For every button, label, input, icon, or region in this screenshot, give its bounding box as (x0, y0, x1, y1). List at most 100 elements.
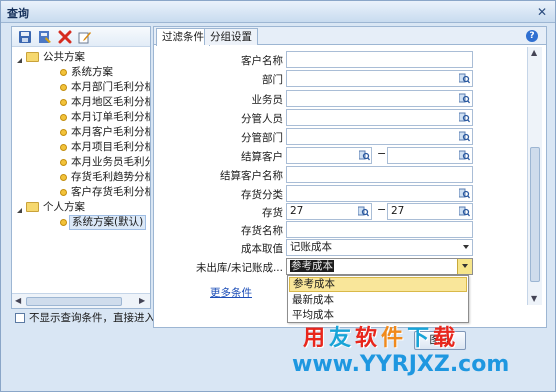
skip-conditions-checkbox[interactable] (15, 313, 25, 323)
scheme-icon (60, 99, 67, 106)
department-row: 部门 (191, 70, 283, 87)
salesperson-label: 业务员 (251, 94, 284, 106)
tree-item-label: 系统方案 (71, 66, 113, 78)
folder-icon (26, 52, 39, 62)
chevron-down-icon[interactable] (463, 245, 469, 249)
reference-lookup-icon[interactable] (459, 150, 470, 161)
scheme-icon (60, 174, 67, 181)
customer-name-row: 客户名称 (191, 51, 283, 68)
watermark-char: 软 (355, 326, 382, 351)
tab-group-settings[interactable]: 分组设置 (204, 28, 258, 45)
watermark-char: 载 (433, 326, 460, 351)
inventory-class-label: 存货分类 (241, 189, 283, 201)
inventory-to-value: 27 (391, 205, 405, 217)
expand-toggle-icon[interactable] (16, 54, 23, 63)
watermark-title: 用友软件下载 (303, 320, 459, 352)
edit-icon[interactable] (78, 30, 92, 44)
tree-horizontal-scrollbar[interactable]: ◀ ▶ (12, 293, 150, 308)
cost-source-label: 成本取值 (241, 243, 283, 255)
expand-toggle-icon[interactable] (16, 204, 23, 213)
scheme-panel: 公共方案 系统方案 本月部门毛利分析 本月地区毛利分析 本月订单毛利分析 本月客… (11, 26, 151, 309)
unposted-cost-value: 参考成本 (290, 260, 334, 272)
scheme-icon (60, 114, 67, 121)
chevron-down-icon[interactable] (462, 264, 468, 268)
cost-source-select[interactable]: 记账成本 (286, 239, 473, 256)
tree-item-label: 存货毛利趋势分析 (71, 171, 150, 183)
settle-customer-name-label: 结算客户名称 (220, 170, 283, 182)
scheme-icon (60, 144, 67, 151)
department-label: 部门 (262, 74, 283, 86)
inventory-label: 存货 (262, 207, 283, 219)
title-bar: 查询 ✕ (1, 1, 555, 23)
reference-lookup-icon[interactable] (459, 206, 470, 217)
manage-dept-row: 分管部门 (191, 128, 283, 145)
form-vertical-scrollbar[interactable]: ▲ ▼ (527, 47, 542, 305)
reference-lookup-icon[interactable] (358, 206, 369, 217)
reference-lookup-icon[interactable] (459, 131, 470, 142)
inventory-name-input[interactable] (286, 221, 473, 238)
dropdown-option[interactable]: 最新成本 (289, 293, 467, 308)
close-icon[interactable]: ✕ (535, 5, 549, 19)
reference-lookup-icon[interactable] (459, 93, 470, 104)
manager-input[interactable] (286, 109, 473, 126)
inventory-name-label: 存货名称 (241, 225, 283, 237)
help-icon[interactable]: ? (526, 30, 538, 42)
range-separator: − (377, 203, 387, 216)
tree-item-label: 客户存货毛利分析 (71, 186, 150, 198)
scrollbar-thumb[interactable] (26, 297, 122, 306)
cost-source-value: 记账成本 (290, 241, 332, 253)
scroll-down-icon[interactable]: ▼ (531, 295, 539, 303)
watermark-char: 友 (329, 326, 356, 351)
scheme-icon (60, 69, 67, 76)
tree-item-label: 系统方案(默认) (69, 215, 147, 230)
department-input[interactable] (286, 70, 473, 87)
reference-lookup-icon[interactable] (459, 112, 470, 123)
unposted-cost-select[interactable]: 参考成本 (286, 258, 473, 275)
save-icon[interactable] (18, 30, 32, 44)
scheme-icon (60, 189, 67, 196)
dropdown-option[interactable]: 参考成本 (289, 277, 467, 292)
tree-item-label: 本月部门毛利分析 (71, 81, 150, 93)
cost-dropdown-list: 参考成本 最新成本 平均成本 (287, 275, 469, 323)
tree-item-label: 本月地区毛利分析 (71, 96, 150, 108)
inventory-class-input[interactable] (286, 185, 473, 202)
tab-bar: 过滤条件 分组设置 ? (154, 27, 546, 46)
scheme-icon (60, 84, 67, 91)
scheme-icon (60, 159, 67, 166)
settle-customer-row: 结算客户 (191, 147, 283, 164)
settle-customer-to-input[interactable] (387, 147, 473, 164)
tab-filter-conditions[interactable]: 过滤条件 (156, 28, 210, 46)
save-as-icon[interactable] (38, 30, 52, 44)
unposted-cost-row: 未出库/未记账成... (191, 258, 283, 275)
watermark-char: 下 (407, 326, 434, 351)
manager-label: 分管人员 (241, 113, 283, 125)
reference-lookup-icon[interactable] (359, 150, 370, 161)
delete-icon[interactable] (58, 30, 72, 44)
folder-icon (26, 202, 39, 212)
inventory-from-value: 27 (290, 205, 304, 217)
tree-item-label: 本月项目毛利分析 (71, 141, 150, 153)
salesperson-row: 业务员 (191, 90, 284, 107)
watermark-char: 用 (303, 326, 330, 351)
customer-name-input[interactable] (286, 51, 473, 68)
manage-dept-input[interactable] (286, 128, 473, 145)
settle-customer-name-row: 结算客户名称 (191, 166, 283, 183)
scroll-right-icon[interactable]: ▶ (139, 297, 147, 305)
scheme-tree: 公共方案 系统方案 本月部门毛利分析 本月地区毛利分析 本月订单毛利分析 本月客… (12, 48, 150, 293)
inventory-from-input[interactable]: 27 (286, 203, 372, 220)
scrollbar-thumb[interactable] (530, 147, 540, 282)
watermark-url: www.YYRJXZ.com (292, 352, 510, 377)
scheme-icon (60, 129, 67, 136)
unposted-cost-label: 未出库/未记账成... (195, 262, 283, 274)
salesperson-input[interactable] (286, 90, 473, 107)
settle-customer-name-input[interactable] (286, 166, 473, 183)
reference-lookup-icon[interactable] (459, 188, 470, 199)
tree-item-label: 本月客户毛利分析 (71, 126, 150, 138)
scroll-left-icon[interactable]: ◀ (15, 297, 23, 305)
watermark-char: 件 (381, 326, 408, 351)
inventory-class-row: 存货分类 (191, 185, 283, 202)
more-conditions-link[interactable]: 更多条件 (210, 285, 252, 300)
reference-lookup-icon[interactable] (459, 73, 470, 84)
inventory-to-input[interactable]: 27 (387, 203, 473, 220)
scroll-up-icon[interactable]: ▲ (531, 49, 539, 57)
